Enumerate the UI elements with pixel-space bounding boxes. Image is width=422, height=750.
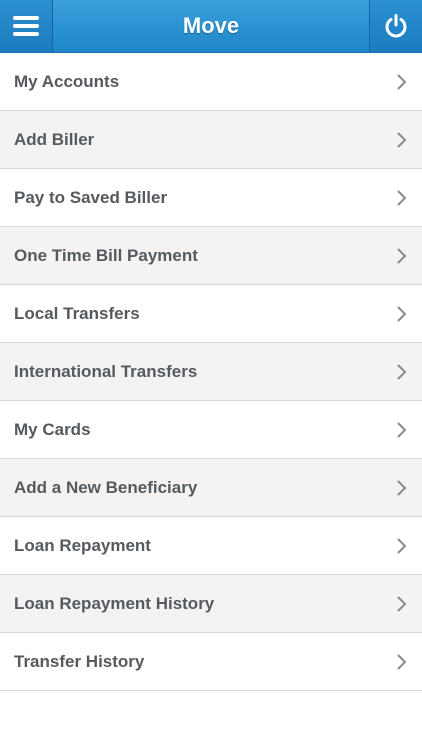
chevron-right-icon bbox=[397, 421, 407, 438]
menu-item-label: Add a New Beneficiary bbox=[14, 477, 198, 497]
menu-item-add-biller[interactable]: Add Biller bbox=[0, 111, 422, 169]
menu-item-local-transfers[interactable]: Local Transfers bbox=[0, 285, 422, 343]
menu-list: My Accounts Add Biller Pay to Saved Bill… bbox=[0, 53, 422, 691]
menu-item-pay-to-saved-biller[interactable]: Pay to Saved Biller bbox=[0, 169, 422, 227]
menu-button[interactable] bbox=[0, 0, 53, 52]
menu-item-label: Pay to Saved Biller bbox=[14, 187, 168, 207]
menu-item-label: Add Biller bbox=[14, 129, 95, 149]
menu-item-one-time-bill-payment[interactable]: One Time Bill Payment bbox=[0, 227, 422, 285]
menu-item-label: Loan Repayment History bbox=[14, 593, 215, 613]
chevron-right-icon bbox=[397, 189, 407, 206]
header-bar: Move bbox=[0, 0, 422, 53]
menu-item-label: Loan Repayment bbox=[14, 535, 151, 555]
menu-item-label: One Time Bill Payment bbox=[14, 245, 198, 265]
chevron-right-icon bbox=[397, 537, 407, 554]
menu-item-international-transfers[interactable]: International Transfers bbox=[0, 343, 422, 401]
chevron-right-icon bbox=[397, 653, 407, 670]
chevron-right-icon bbox=[397, 479, 407, 496]
logout-button[interactable] bbox=[369, 0, 422, 52]
menu-item-loan-repayment-history[interactable]: Loan Repayment History bbox=[0, 575, 422, 633]
chevron-right-icon bbox=[397, 131, 407, 148]
chevron-right-icon bbox=[397, 73, 407, 90]
chevron-right-icon bbox=[397, 595, 407, 612]
menu-item-label: My Accounts bbox=[14, 71, 120, 91]
menu-item-add-a-new-beneficiary[interactable]: Add a New Beneficiary bbox=[0, 459, 422, 517]
menu-item-label: Local Transfers bbox=[14, 303, 140, 323]
menu-item-label: Transfer History bbox=[14, 651, 145, 671]
menu-item-loan-repayment[interactable]: Loan Repayment bbox=[0, 517, 422, 575]
chevron-right-icon bbox=[397, 305, 407, 322]
menu-item-my-accounts[interactable]: My Accounts bbox=[0, 53, 422, 111]
hamburger-menu-icon bbox=[13, 16, 39, 36]
menu-item-label: International Transfers bbox=[14, 361, 198, 381]
chevron-right-icon bbox=[397, 363, 407, 380]
menu-item-label: My Cards bbox=[14, 419, 91, 439]
menu-item-my-cards[interactable]: My Cards bbox=[0, 401, 422, 459]
power-icon bbox=[385, 14, 407, 38]
page-title: Move bbox=[182, 13, 240, 38]
menu-item-transfer-history[interactable]: Transfer History bbox=[0, 633, 422, 691]
app-screen: Move My Accounts Add Biller Pay to Saved… bbox=[0, 0, 422, 750]
chevron-right-icon bbox=[397, 247, 407, 264]
